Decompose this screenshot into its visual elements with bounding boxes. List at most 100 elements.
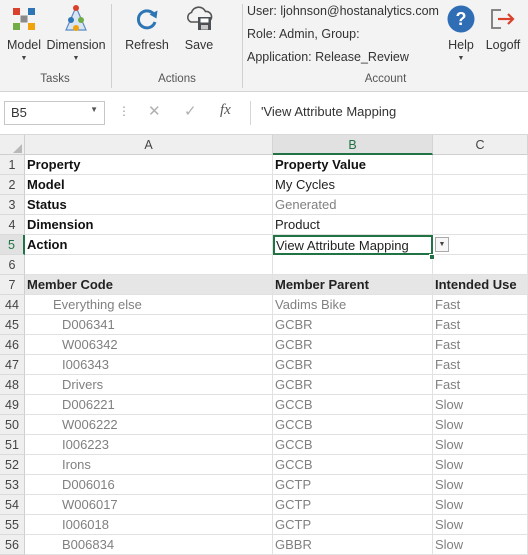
cell[interactable]: Slow bbox=[433, 535, 528, 555]
cell[interactable]: Property bbox=[25, 155, 273, 175]
row-number[interactable]: 3 bbox=[0, 195, 25, 215]
row-number[interactable]: 2 bbox=[0, 175, 25, 195]
cancel-icon[interactable]: ✕ bbox=[148, 102, 161, 120]
cell[interactable] bbox=[433, 215, 528, 235]
cell[interactable]: Slow bbox=[433, 395, 528, 415]
cell[interactable]: GCCB bbox=[273, 435, 433, 455]
column-header-b[interactable]: B bbox=[273, 135, 433, 155]
cell[interactable]: Vadims Bike bbox=[273, 295, 433, 315]
resize-handle-icon[interactable]: ⋮ bbox=[118, 104, 130, 118]
name-box[interactable]: B5 ▼ bbox=[4, 101, 105, 125]
row-number[interactable]: 6 bbox=[0, 255, 25, 275]
dimension-button[interactable]: Dimension ▼ bbox=[46, 2, 106, 70]
cell[interactable] bbox=[433, 155, 528, 175]
active-cell[interactable]: View Attribute Mapping bbox=[273, 235, 433, 255]
cell[interactable]: Slow bbox=[433, 415, 528, 435]
cell[interactable]: GCCB bbox=[273, 415, 433, 435]
header-cell[interactable]: Member Parent bbox=[273, 275, 433, 295]
cell[interactable]: Property Value bbox=[273, 155, 433, 175]
cell[interactable]: Slow bbox=[433, 455, 528, 475]
cell[interactable]: Slow bbox=[433, 475, 528, 495]
save-button[interactable]: Save bbox=[178, 2, 220, 70]
cell[interactable]: W006017 bbox=[25, 495, 273, 515]
row-number[interactable]: 55 bbox=[0, 515, 25, 535]
cell[interactable]: Drivers bbox=[25, 375, 273, 395]
cell[interactable]: W006342 bbox=[25, 335, 273, 355]
cell[interactable]: Generated bbox=[273, 195, 433, 215]
enter-icon[interactable]: ✓ bbox=[184, 102, 197, 120]
dropdown-arrow-icon[interactable]: ▼ bbox=[435, 237, 449, 252]
cell[interactable]: Product bbox=[273, 215, 433, 235]
cell[interactable]: Fast bbox=[433, 355, 528, 375]
cell[interactable] bbox=[433, 195, 528, 215]
model-button[interactable]: Model ▼ bbox=[4, 2, 44, 70]
row-number[interactable]: 44 bbox=[0, 295, 25, 315]
cell[interactable]: Everything else bbox=[25, 295, 273, 315]
row-number[interactable]: 46 bbox=[0, 335, 25, 355]
cell[interactable] bbox=[273, 255, 433, 275]
cell[interactable]: My Cycles bbox=[273, 175, 433, 195]
cell[interactable]: I006018 bbox=[25, 515, 273, 535]
cell[interactable]: GCBR bbox=[273, 355, 433, 375]
cell[interactable]: Irons bbox=[25, 455, 273, 475]
row-number[interactable]: 56 bbox=[0, 535, 25, 555]
cell[interactable] bbox=[433, 255, 528, 275]
cell[interactable]: GCTP bbox=[273, 475, 433, 495]
cell[interactable]: B006834 bbox=[25, 535, 273, 555]
cell[interactable]: D006221 bbox=[25, 395, 273, 415]
cell[interactable]: GCTP bbox=[273, 515, 433, 535]
save-label: Save bbox=[184, 38, 214, 52]
cell[interactable]: Model bbox=[25, 175, 273, 195]
cell[interactable]: D006016 bbox=[25, 475, 273, 495]
row-number[interactable]: 47 bbox=[0, 355, 25, 375]
cell[interactable]: GCCB bbox=[273, 455, 433, 475]
cell[interactable]: Status bbox=[25, 195, 273, 215]
cell[interactable]: GCCB bbox=[273, 395, 433, 415]
row-number[interactable]: 5 bbox=[0, 235, 25, 255]
fill-handle[interactable] bbox=[429, 254, 435, 260]
cell[interactable]: GBBR bbox=[273, 535, 433, 555]
cell[interactable]: GCBR bbox=[273, 335, 433, 355]
cell[interactable]: Dimension bbox=[25, 215, 273, 235]
cell[interactable]: Slow bbox=[433, 435, 528, 455]
row-number[interactable]: 52 bbox=[0, 455, 25, 475]
cell[interactable]: I006343 bbox=[25, 355, 273, 375]
row-number[interactable]: 50 bbox=[0, 415, 25, 435]
cell[interactable]: GCBR bbox=[273, 315, 433, 335]
column-header-a[interactable]: A bbox=[25, 135, 273, 155]
cell[interactable]: W006222 bbox=[25, 415, 273, 435]
logoff-button[interactable]: Logoff bbox=[482, 2, 524, 70]
cell[interactable]: Fast bbox=[433, 375, 528, 395]
cell[interactable]: D006341 bbox=[25, 315, 273, 335]
header-cell[interactable]: Member Code bbox=[25, 275, 273, 295]
table-row: 53 D006016 GCTP Slow bbox=[0, 475, 528, 495]
cell[interactable] bbox=[433, 175, 528, 195]
cell[interactable] bbox=[25, 255, 273, 275]
row-number[interactable]: 49 bbox=[0, 395, 25, 415]
insert-function-icon[interactable]: fx bbox=[220, 102, 231, 119]
row-number[interactable]: 48 bbox=[0, 375, 25, 395]
row-number[interactable]: 45 bbox=[0, 315, 25, 335]
cell[interactable]: Fast bbox=[433, 335, 528, 355]
row-number[interactable]: 1 bbox=[0, 155, 25, 175]
cell[interactable]: I006223 bbox=[25, 435, 273, 455]
cell[interactable]: Fast bbox=[433, 315, 528, 335]
formula-input[interactable]: 'View Attribute Mapping bbox=[250, 101, 526, 125]
cell[interactable]: GCTP bbox=[273, 495, 433, 515]
row-number[interactable]: 53 bbox=[0, 475, 25, 495]
refresh-button[interactable]: Refresh bbox=[124, 2, 170, 70]
row-number[interactable]: 51 bbox=[0, 435, 25, 455]
cell[interactable]: Slow bbox=[433, 515, 528, 535]
select-all-corner[interactable] bbox=[0, 135, 25, 155]
row-number[interactable]: 4 bbox=[0, 215, 25, 235]
cell[interactable]: GCBR bbox=[273, 375, 433, 395]
chevron-down-icon[interactable]: ▼ bbox=[90, 105, 98, 114]
header-cell[interactable]: Intended Use bbox=[433, 275, 528, 295]
cell[interactable]: Action bbox=[25, 235, 273, 255]
column-header-c[interactable]: C bbox=[433, 135, 528, 155]
help-button[interactable]: ? Help ▼ bbox=[442, 2, 480, 70]
cell[interactable]: Fast bbox=[433, 295, 528, 315]
row-number[interactable]: 7 bbox=[0, 275, 25, 295]
row-number[interactable]: 54 bbox=[0, 495, 25, 515]
cell[interactable]: Slow bbox=[433, 495, 528, 515]
